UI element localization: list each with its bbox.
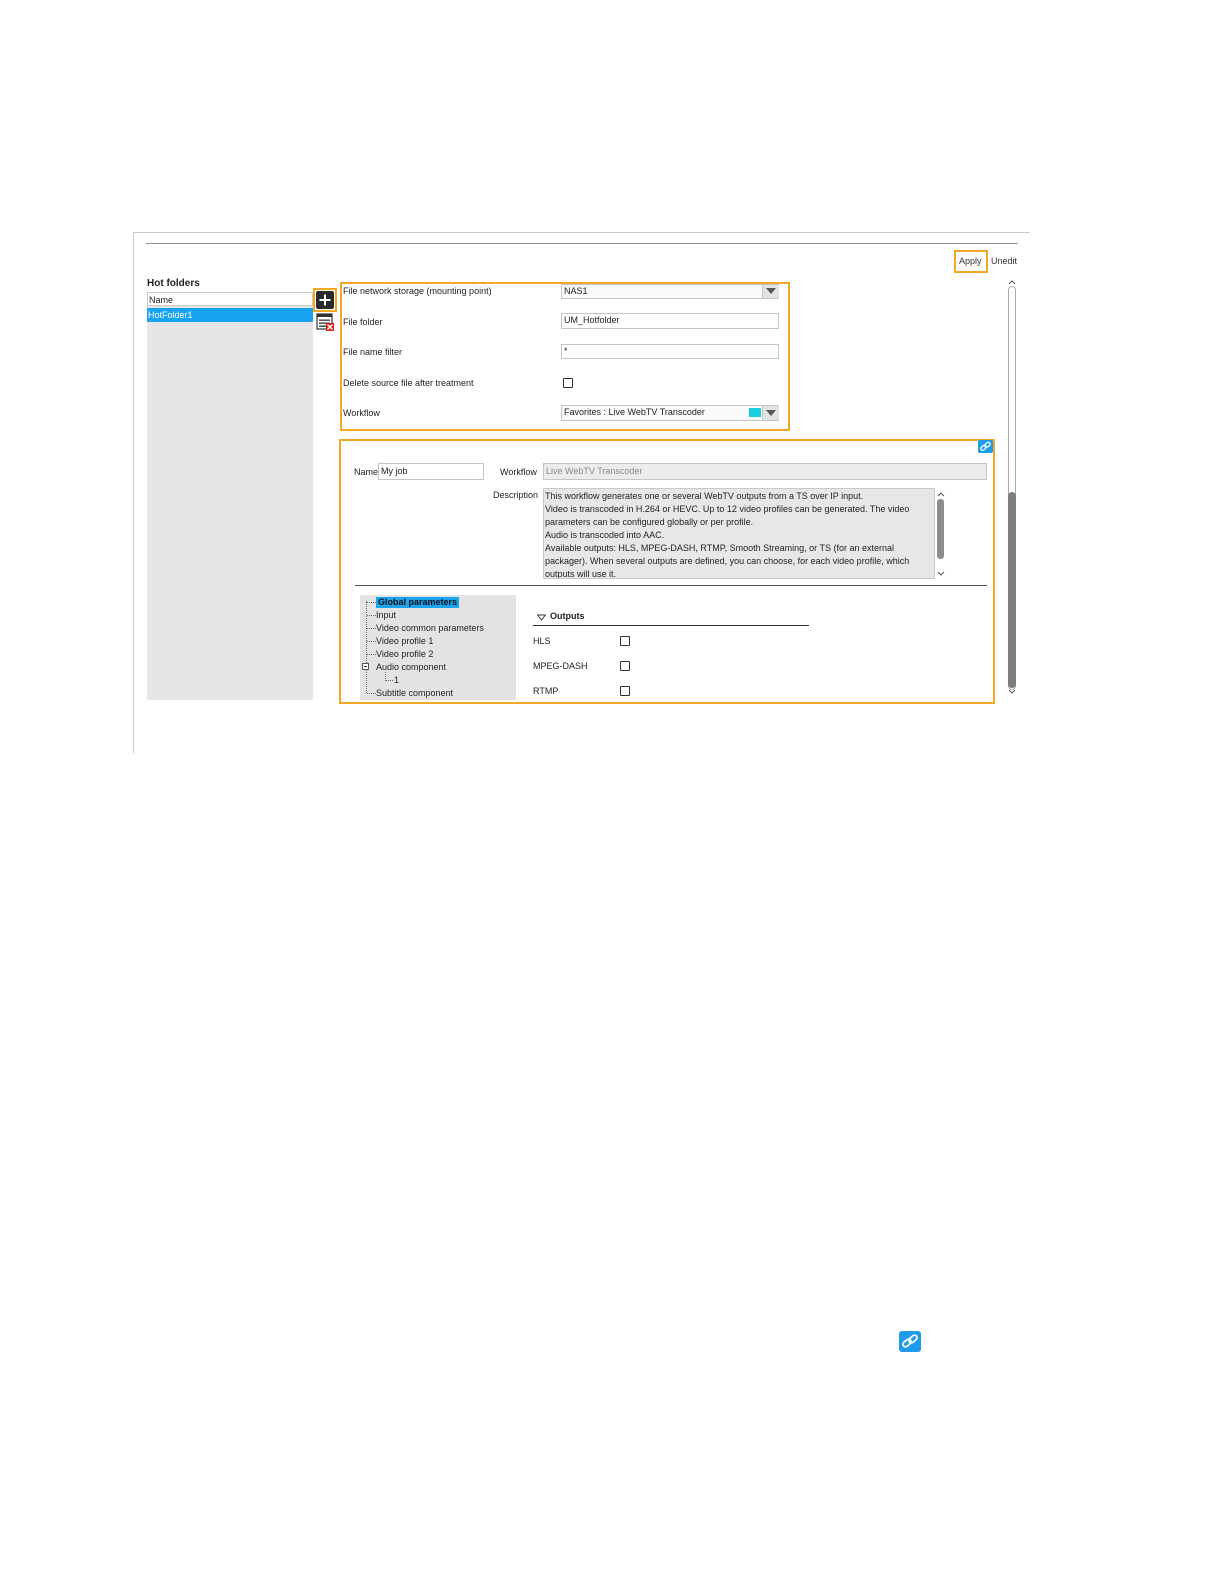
description-line: parameters can be configured globally or… [545,517,754,527]
description-line: Audio is transcoded into AAC. [545,530,665,540]
chevron-down-icon [766,288,776,294]
hot-folder-name: HotFolder1 [148,310,193,320]
tree-item-subtitle-component[interactable]: Subtitle component [376,688,453,699]
job-description-label: Description [493,490,539,500]
workflow-value: Favorites : Live WebTV Transcoder [564,407,705,417]
workflow-color-swatch [749,408,761,417]
tree-item-input[interactable]: Input [376,610,396,621]
storage-value: NAS1 [564,286,588,296]
delete-source-checkbox[interactable] [563,378,573,388]
output-label-mpeg-dash: MPEG-DASH [533,661,588,671]
minus-icon [364,666,367,667]
tree-guide [367,693,376,694]
chevron-down-icon [766,410,776,416]
unedit-button[interactable]: Unedit [991,256,1017,267]
description-line: packager). When several outputs are defi… [545,556,910,566]
tree-item-video-profile-2[interactable]: Video profile 2 [376,649,433,660]
storage-label: File network storage (mounting point) [343,286,492,296]
workflow-dropdown-button[interactable] [762,406,779,420]
tree-item-audio-1[interactable]: 1 [394,675,399,686]
storage-dropdown-button[interactable] [762,285,779,298]
chevron-up-icon [937,492,945,497]
output-checkbox-rtmp[interactable] [620,686,630,696]
tree-guide [367,654,376,655]
outputs-section-title: Outputs [550,611,585,621]
chevron-up-icon [1008,280,1016,285]
workflow-label: Workflow [343,408,380,418]
output-label-rtmp: RTMP [533,686,559,696]
folder-input[interactable]: UM_Hotfolder [561,313,779,329]
tree-item-audio-component[interactable]: Audio component [376,662,446,673]
tree-guide [367,615,376,616]
folder-label: File folder [343,317,383,327]
workflow-select[interactable]: Favorites : Live WebTV Transcoder [561,405,779,421]
hot-folders-column-header[interactable]: Name [147,292,313,306]
job-name-label: Name [354,467,379,477]
main-scroll-thumb[interactable] [1008,492,1016,688]
add-button[interactable] [316,291,334,309]
link-button[interactable] [978,440,993,453]
description-line: Video is transcoded in H.264 or HEVC. Up… [545,504,910,514]
storage-select[interactable]: NAS1 [561,284,779,299]
hot-folder-row[interactable]: HotFolder1 [147,308,313,322]
job-workflow-value: Live WebTV Transcoder [546,466,643,476]
description-scrollbar[interactable] [936,490,946,580]
description-scroll-thumb[interactable] [937,499,944,559]
plus-icon [319,294,331,306]
chevron-down-icon [937,571,945,576]
description-line: outputs will use it. [545,569,617,579]
filter-value: * [564,346,568,356]
apply-button[interactable]: Apply [959,256,982,267]
hot-folders-list: Name HotFolder1 [147,292,313,700]
delete-list-icon [316,313,334,331]
description-line: This workflow generates one or several W… [545,491,864,501]
job-description-box[interactable]: This workflow generates one or several W… [543,488,935,579]
chevron-down-icon [1008,689,1016,694]
job-workflow-field: Live WebTV Transcoder [543,463,987,480]
tree-item-video-profile-1[interactable]: Video profile 1 [376,636,433,647]
job-section-divider [355,585,987,586]
job-workflow-label: Workflow [500,467,537,477]
tree-item-global-parameters[interactable]: Global parameters [376,597,460,608]
job-name-value: My job [381,466,408,476]
delete-button[interactable] [316,313,334,331]
top-divider [146,243,1018,244]
link-icon-legend [899,1331,921,1352]
tree-guide [367,628,376,629]
tree-guide [367,602,376,603]
tree-guide [385,680,393,681]
output-checkbox-hls[interactable] [620,636,630,646]
tree-item-video-common[interactable]: Video common parameters [376,623,484,634]
delete-source-label: Delete source file after treatment [343,378,474,388]
link-icon [980,441,991,452]
output-checkbox-mpeg-dash[interactable] [620,661,630,671]
tree-expand-toggle[interactable] [362,663,369,670]
link-icon [902,1334,918,1348]
hot-folders-title: Hot folders [147,278,200,289]
main-scrollbar[interactable] [1006,278,1018,698]
outputs-collapse-toggle[interactable] [536,613,547,621]
outputs-divider [533,625,809,626]
description-line: Available outputs: HLS, MPEG-DASH, RTMP,… [545,543,894,553]
filter-label: File name filter [343,347,403,357]
triangle-down-icon [536,614,547,621]
tree-guide [367,641,376,642]
job-name-input[interactable]: My job [378,463,484,480]
filter-input[interactable]: * [561,344,779,359]
output-label-hls: HLS [533,636,551,646]
folder-value: UM_Hotfolder [564,315,620,325]
